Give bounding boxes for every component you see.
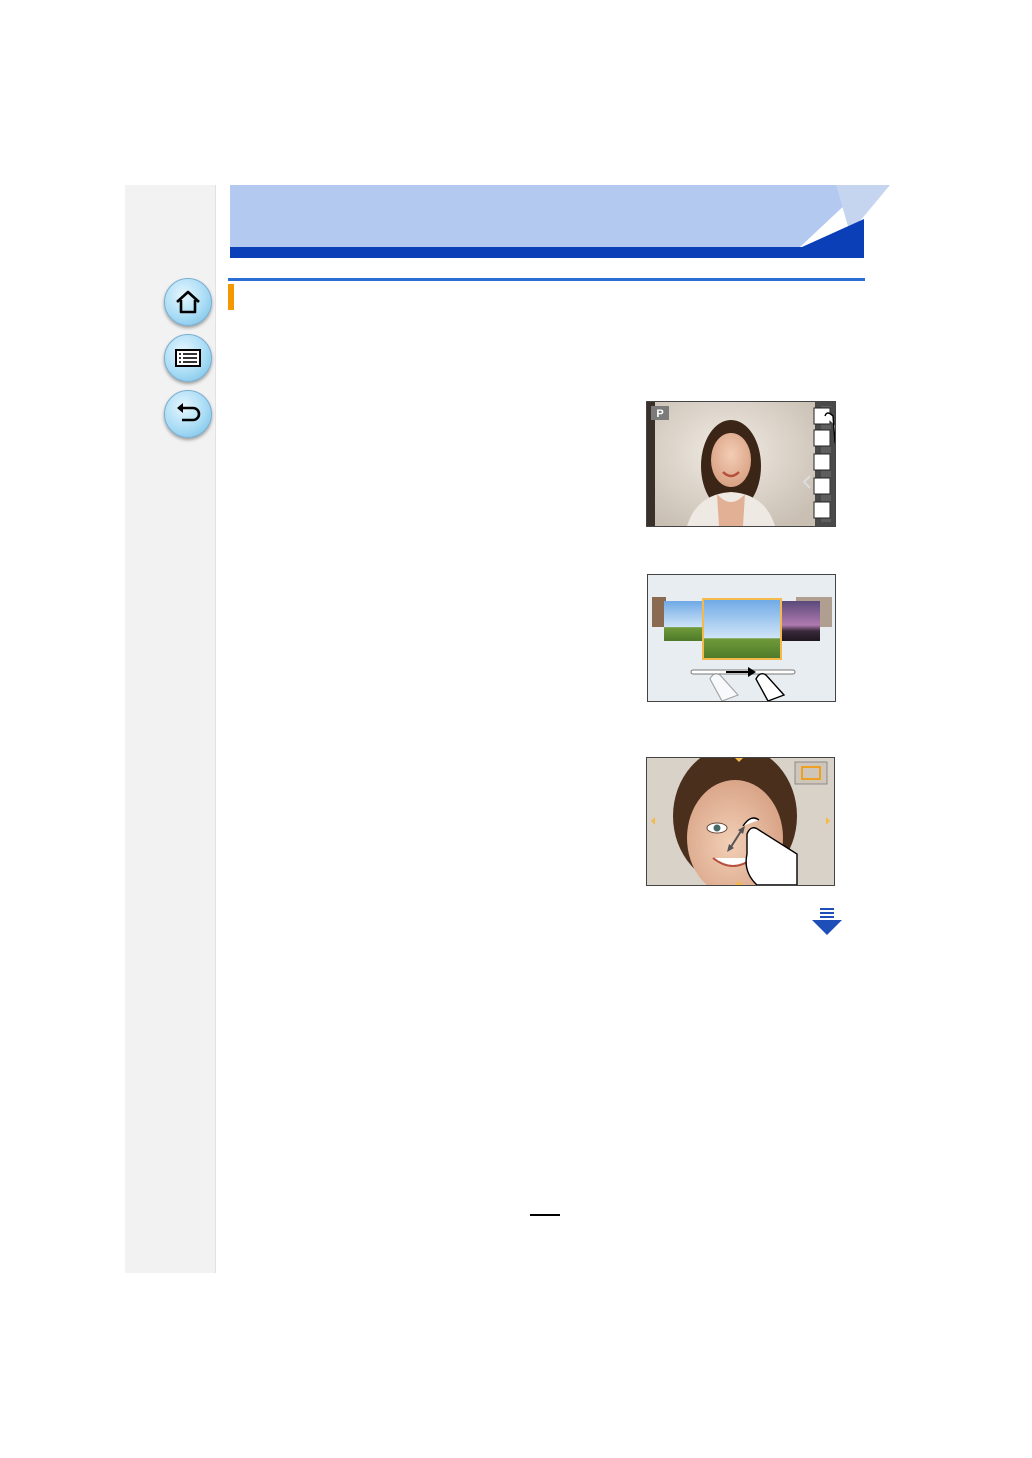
chapter-header-band — [230, 185, 890, 258]
back-button[interactable] — [164, 390, 212, 438]
pinch-zoom-illustration — [646, 757, 835, 886]
page-number-rule — [530, 1214, 560, 1216]
recording-mode-label: P — [656, 408, 663, 420]
touch-tab-illustration: P — [646, 401, 836, 527]
section-rule — [228, 278, 865, 281]
list-icon — [175, 349, 201, 367]
back-arrow-icon — [177, 403, 201, 422]
home-button[interactable] — [164, 278, 212, 326]
continued-next-page-button[interactable] — [810, 908, 844, 936]
header-band-graphic — [230, 185, 890, 258]
section-marker — [228, 284, 234, 310]
home-icon — [176, 290, 200, 314]
contents-button[interactable] — [164, 334, 212, 382]
continued-arrow-icon — [812, 908, 842, 935]
slide-playback-illustration — [647, 574, 836, 702]
